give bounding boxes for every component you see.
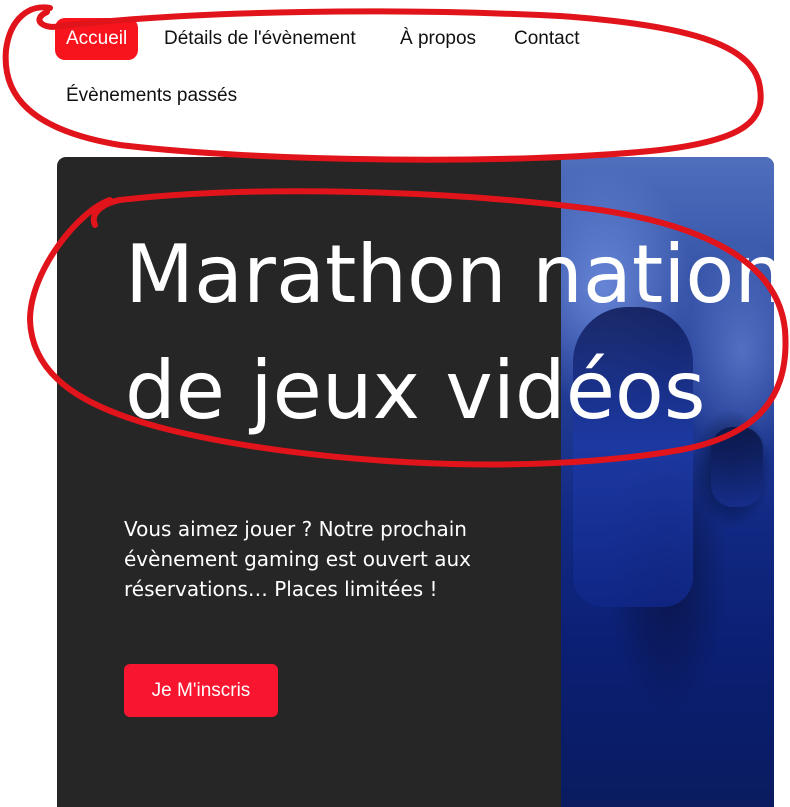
nav-item-event-details[interactable]: Détails de l'évènement bbox=[164, 18, 356, 60]
hero-section: Marathon national de jeux vidéos Vous ai… bbox=[57, 157, 774, 807]
page: Accueil Détails de l'évènement À propos … bbox=[0, 0, 790, 807]
nav-item-past-events[interactable]: Évènements passés bbox=[66, 75, 237, 117]
hero-description: Vous aimez jouer ? Notre prochain évènem… bbox=[124, 517, 471, 601]
register-button[interactable]: Je M'inscris bbox=[124, 664, 278, 717]
nav-item-contact[interactable]: Contact bbox=[514, 18, 579, 60]
hero-title-line-2: de jeux vidéos bbox=[125, 344, 706, 437]
nav-item-accueil[interactable]: Accueil bbox=[55, 18, 139, 60]
hero-title: Marathon national de jeux vidéos bbox=[125, 217, 774, 449]
hero-title-line-1: Marathon national bbox=[125, 228, 774, 321]
nav-item-about[interactable]: À propos bbox=[400, 18, 476, 60]
